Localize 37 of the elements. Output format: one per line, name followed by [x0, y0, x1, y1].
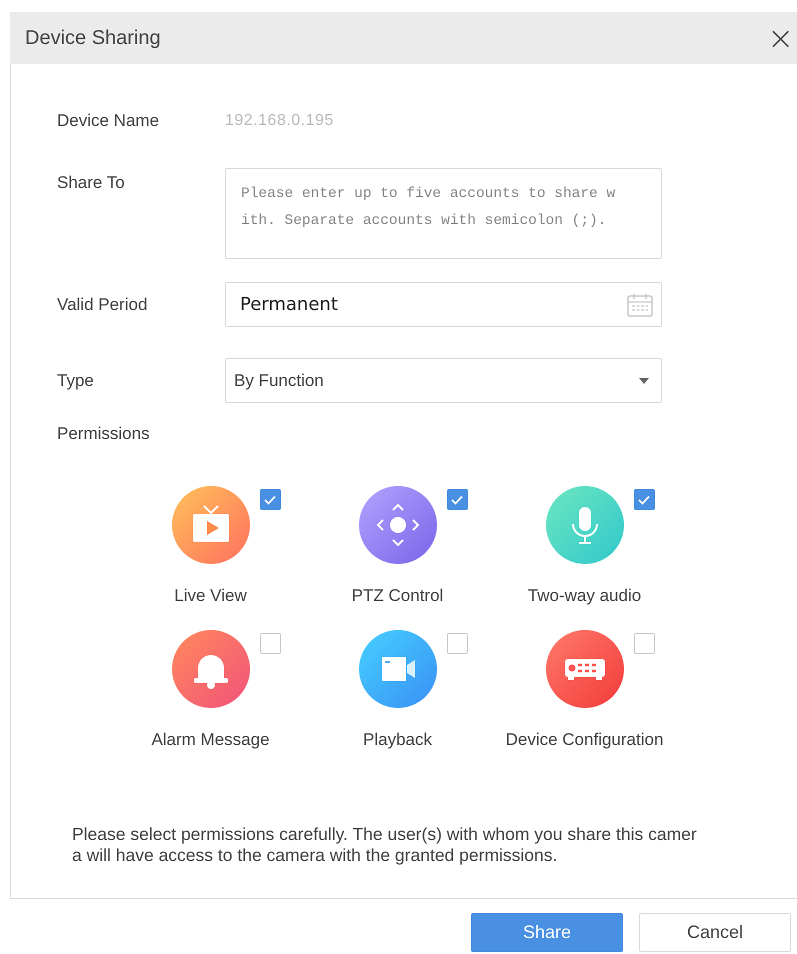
valid-period-field[interactable]: Permanent	[225, 282, 662, 327]
permission-label: Two-way audio	[528, 586, 642, 606]
calendar-icon[interactable]	[627, 292, 653, 316]
device-name-value: 192.168.0.195	[225, 112, 334, 130]
close-button[interactable]: ×	[767, 22, 794, 54]
checkmark-icon	[638, 494, 650, 504]
direction-pad-icon	[358, 486, 436, 564]
field-label: Type	[57, 370, 95, 390]
caret-icon	[639, 378, 649, 384]
cancel-button[interactable]: Cancel	[639, 913, 791, 952]
checkmark-icon	[264, 494, 276, 504]
permission-checkbox[interactable]	[634, 489, 654, 510]
permission-label: PTZ Control	[352, 586, 444, 606]
permission-label: Alarm Message	[151, 730, 270, 750]
permission-checkbox[interactable]	[260, 489, 280, 510]
permission-checkbox[interactable]	[634, 633, 654, 654]
dialog-title: Device Sharing	[25, 26, 161, 50]
valid-period-value: Permanent	[240, 294, 339, 315]
permission-label: Playback	[363, 730, 432, 750]
microphone-icon	[546, 486, 624, 564]
warning-note: Please select permissions carefully. The user(s) with whom you share this camera will have access to the camera with the granted permissions.	[72, 824, 698, 866]
video-camera-icon	[358, 630, 436, 708]
bell-icon	[172, 630, 250, 708]
field-label: Share To	[57, 172, 126, 194]
type-dropdown[interactable]: By Function	[225, 358, 662, 403]
permission-label: Live View	[174, 586, 247, 606]
checkmark-icon	[451, 494, 463, 504]
share-to-field[interactable]: Please enter up to five accounts to share with. Separate accounts with semicolon (;).	[225, 168, 662, 259]
field-label: Valid Period	[57, 294, 148, 314]
permission-checkbox[interactable]	[260, 633, 280, 654]
device-icon	[546, 630, 624, 708]
field-label: Device Name	[57, 111, 160, 131]
tv-icon	[172, 486, 250, 564]
permission-checkbox[interactable]	[446, 489, 468, 510]
permission-label: Device Configuration	[506, 730, 664, 750]
permission-checkbox[interactable]	[446, 633, 468, 654]
section-label: Permissions	[57, 424, 151, 444]
